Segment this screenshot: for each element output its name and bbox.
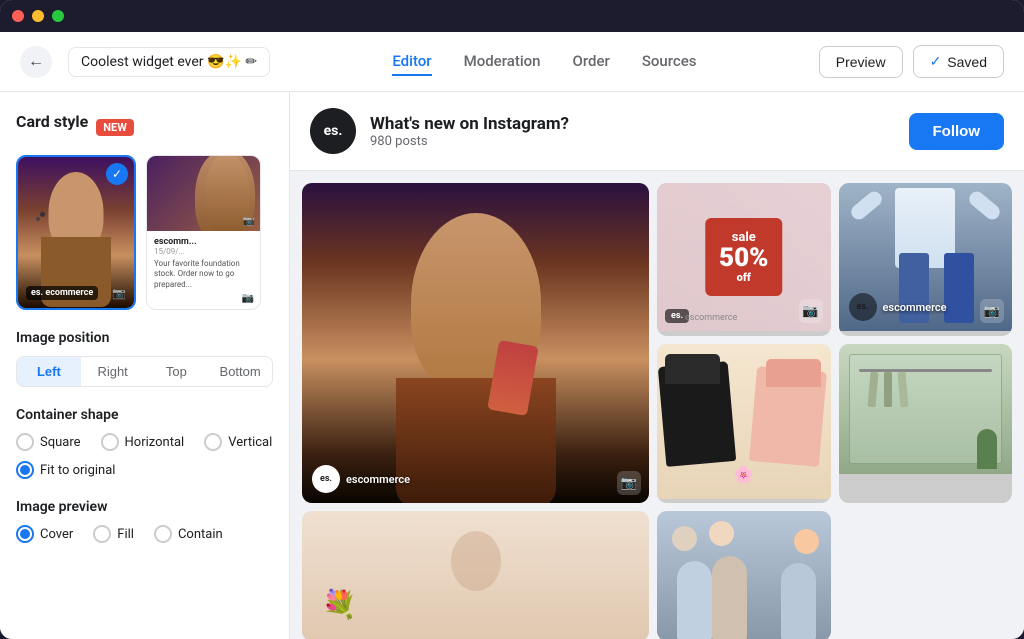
shape-vertical-label: Vertical [228, 435, 272, 450]
radio-horizontal[interactable] [101, 433, 119, 451]
shape-horizontal-label: Horizontal [125, 435, 185, 450]
ig-icon-large: 📷 [617, 471, 641, 495]
traffic-light-yellow[interactable] [32, 10, 44, 22]
preview-panel: es. What's new on Instagram? 980 posts F… [290, 92, 1024, 639]
shape-horizontal[interactable]: Horizontal [101, 433, 185, 451]
radio-vertical[interactable] [204, 433, 222, 451]
sale-percent: 50% [719, 245, 768, 271]
card-username: escommerce [346, 473, 410, 486]
image-preview-label: Image preview [16, 499, 273, 515]
selected-check: ✓ [106, 163, 128, 185]
tab-editor[interactable]: Editor [392, 48, 431, 76]
image-position-label: Image position [16, 330, 273, 346]
image-position-tabs: Left Right Top Bottom [16, 356, 273, 387]
widget-title-text: Coolest widget ever 😎✨ ✏ [81, 54, 257, 70]
radio-square[interactable] [16, 433, 34, 451]
traffic-light-green[interactable] [52, 10, 64, 22]
tab-sources[interactable]: Sources [642, 48, 697, 76]
card-style-header: Card style NEW [16, 112, 273, 143]
shape-row-2: Fit to original [16, 461, 273, 479]
preview-row: Cover Fill Contain [16, 525, 273, 543]
shape-fit[interactable]: Fit to original [16, 461, 115, 479]
feed-header: es. What's new on Instagram? 980 posts F… [290, 92, 1024, 171]
grid-item-fashion-jeans: es. escommerce 📷 [839, 183, 1013, 336]
shape-row-1: Square Horizontal Vertical [16, 433, 273, 451]
sidebar: Card style NEW es. ecommerce 📷 [0, 92, 290, 639]
shape-fit-label: Fit to original [40, 463, 115, 478]
saved-button[interactable]: ✓ Saved [913, 45, 1004, 78]
card-username-jeans: escommerce [883, 301, 947, 314]
feed-subtitle: 980 posts [370, 134, 895, 149]
contain-label: Contain [178, 527, 223, 542]
traffic-light-red[interactable] [12, 10, 24, 22]
grid-item-flowers: 💐 [302, 511, 649, 639]
back-button[interactable]: ← [20, 46, 52, 78]
tab-moderation[interactable]: Moderation [464, 48, 541, 76]
card-overlay-face: es. escommerce [312, 465, 410, 493]
shape-vertical[interactable]: Vertical [204, 433, 272, 451]
preview-contain[interactable]: Contain [154, 525, 223, 543]
grid-item-large-face: es. escommerce 📷 [302, 183, 649, 503]
image-preview-options: Cover Fill Contain [16, 525, 273, 543]
radio-contain[interactable] [154, 525, 172, 543]
position-top[interactable]: Top [145, 357, 209, 386]
container-shape-label: Container shape [16, 407, 273, 423]
grid-item-group [657, 511, 831, 639]
shape-square[interactable]: Square [16, 433, 81, 451]
card-avatar-small: es. [312, 465, 340, 493]
grid-item-sale: sale 50% off es. escommerce 📷 [657, 183, 831, 336]
card-overlay-jeans: es. escommerce [849, 293, 947, 321]
card-preview-2[interactable]: 📷 escomm... 15/09/... Your favorite foun… [146, 155, 261, 310]
grid-item-shoes: 🌸 [657, 344, 831, 504]
fill-label: Fill [117, 527, 134, 542]
position-left[interactable]: Left [17, 357, 81, 386]
card-style-title: Card style [16, 112, 88, 131]
feed-avatar: es. [310, 108, 356, 154]
radio-fit[interactable] [16, 461, 34, 479]
new-badge: NEW [96, 119, 134, 136]
check-icon: ✓ [930, 53, 942, 70]
saved-label: Saved [947, 54, 987, 70]
tab-order[interactable]: Order [573, 48, 610, 76]
position-right[interactable]: Right [81, 357, 145, 386]
shape-square-label: Square [40, 435, 81, 450]
container-shape-options: Square Horizontal Vertical Fit to origin… [16, 433, 273, 479]
card-avatar-jeans: es. [849, 293, 877, 321]
position-bottom[interactable]: Bottom [208, 357, 272, 386]
card-preview-1[interactable]: es. ecommerce 📷 ✓ [16, 155, 136, 310]
preview-cover[interactable]: Cover [16, 525, 73, 543]
follow-button[interactable]: Follow [909, 113, 1005, 150]
radio-cover[interactable] [16, 525, 34, 543]
nav-bar: ← Coolest widget ever 😎✨ ✏ Editor Modera… [0, 32, 1024, 92]
feed-title: What's new on Instagram? [370, 114, 895, 134]
nav-actions: Preview ✓ Saved [819, 45, 1004, 78]
ig-icon-jeans: 📷 [980, 299, 1004, 323]
ig-icon-sale: 📷 [799, 299, 823, 323]
preview-fill[interactable]: Fill [93, 525, 134, 543]
cover-label: Cover [40, 527, 73, 542]
nav-tabs: Editor Moderation Order Sources [286, 48, 803, 76]
widget-title-input[interactable]: Coolest widget ever 😎✨ ✏ [68, 47, 270, 77]
main-content: Card style NEW es. ecommerce 📷 [0, 92, 1024, 639]
image-grid: es. escommerce 📷 sale 50% off [290, 171, 1024, 639]
feed-info: What's new on Instagram? 980 posts [370, 114, 895, 149]
grid-item-shop [839, 344, 1013, 504]
radio-fill[interactable] [93, 525, 111, 543]
app-window: ← Coolest widget ever 😎✨ ✏ Editor Modera… [0, 0, 1024, 639]
sale-username: escommerce [685, 313, 737, 323]
preview-button[interactable]: Preview [819, 46, 903, 78]
title-bar [0, 0, 1024, 32]
card-previews: es. ecommerce 📷 ✓ 📷 escomm... [16, 155, 273, 310]
